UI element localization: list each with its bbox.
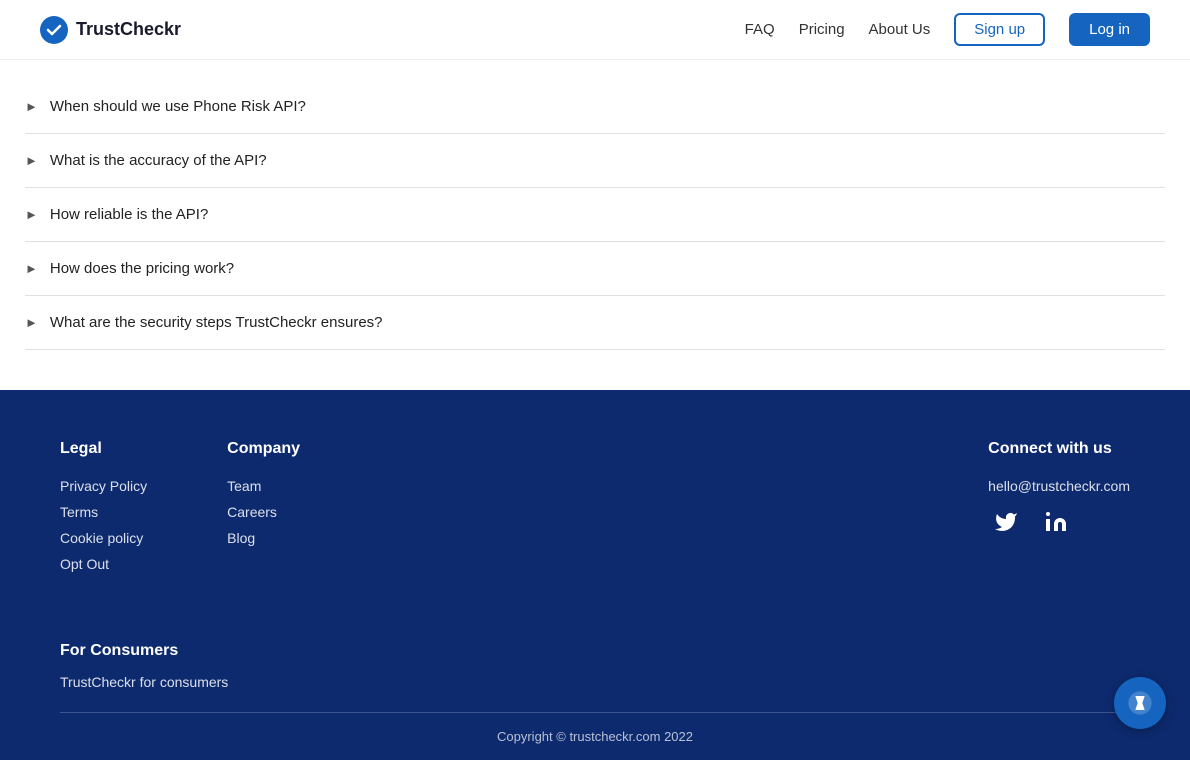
footer-privacy-link[interactable]: Privacy Policy [60, 478, 147, 494]
footer-blog-link[interactable]: Blog [227, 530, 300, 546]
faq-item[interactable]: ► When should we use Phone Risk API? [25, 80, 1165, 134]
footer-company-heading: Company [227, 440, 300, 458]
footer-optout-link[interactable]: Opt Out [60, 556, 147, 572]
faq-question: How does the pricing work? [50, 260, 234, 277]
faq-item[interactable]: ► How does the pricing work? [25, 242, 1165, 296]
footer-cookie-link[interactable]: Cookie policy [60, 530, 147, 546]
footer-legal-col: Legal Privacy Policy Terms Cookie policy… [60, 440, 147, 582]
chevron-right-icon: ► [25, 99, 38, 114]
nav-faq[interactable]: FAQ [745, 21, 775, 38]
chevron-right-icon: ► [25, 153, 38, 168]
chevron-right-icon: ► [25, 261, 38, 276]
footer-legal-heading: Legal [60, 440, 147, 458]
footer-connect-col: Connect with us hello@trustcheckr.com [988, 440, 1130, 582]
faq-item[interactable]: ► What are the security steps TrustCheck… [25, 296, 1165, 350]
footer-email: hello@trustcheckr.com [988, 478, 1130, 494]
footer-careers-link[interactable]: Careers [227, 504, 300, 520]
revain-badge[interactable] [1114, 677, 1166, 729]
chevron-right-icon: ► [25, 315, 38, 330]
signup-button[interactable]: Sign up [954, 13, 1045, 46]
footer-top: Legal Privacy Policy Terms Cookie policy… [60, 440, 1130, 622]
login-button[interactable]: Log in [1069, 13, 1150, 46]
linkedin-icon[interactable] [1038, 504, 1074, 540]
logo-text: TrustCheckr [76, 19, 181, 40]
faq-question: How reliable is the API? [50, 206, 208, 223]
footer-company-col: Company Team Careers Blog [227, 440, 300, 582]
revain-icon [1126, 689, 1154, 717]
logo[interactable]: TrustCheckr [40, 16, 181, 44]
faq-section: ► When should we use Phone Risk API? ► W… [25, 60, 1165, 390]
nav-about[interactable]: About Us [869, 21, 931, 38]
nav-links: FAQ Pricing About Us Sign up Log in [745, 13, 1150, 46]
copyright-text: Copyright © trustcheckr.com 2022 [497, 729, 693, 744]
nav-pricing[interactable]: Pricing [799, 21, 845, 38]
faq-item[interactable]: ► What is the accuracy of the API? [25, 134, 1165, 188]
footer-consumers-link[interactable]: TrustCheckr for consumers [60, 674, 228, 690]
social-icons [988, 504, 1130, 540]
chevron-right-icon: ► [25, 207, 38, 222]
faq-question: What is the accuracy of the API? [50, 152, 267, 169]
footer-consumers: For Consumers TrustCheckr for consumers [60, 622, 1130, 692]
faq-item[interactable]: ► How reliable is the API? [25, 188, 1165, 242]
navbar: TrustCheckr FAQ Pricing About Us Sign up… [0, 0, 1190, 60]
footer-terms-link[interactable]: Terms [60, 504, 147, 520]
footer-consumers-heading: For Consumers [60, 642, 1130, 660]
footer-team-link[interactable]: Team [227, 478, 300, 494]
logo-icon [40, 16, 68, 44]
footer-connect-heading: Connect with us [988, 440, 1130, 458]
faq-question: What are the security steps TrustCheckr … [50, 314, 383, 331]
twitter-icon[interactable] [988, 504, 1024, 540]
faq-question: When should we use Phone Risk API? [50, 98, 306, 115]
footer: Legal Privacy Policy Terms Cookie policy… [0, 390, 1190, 760]
